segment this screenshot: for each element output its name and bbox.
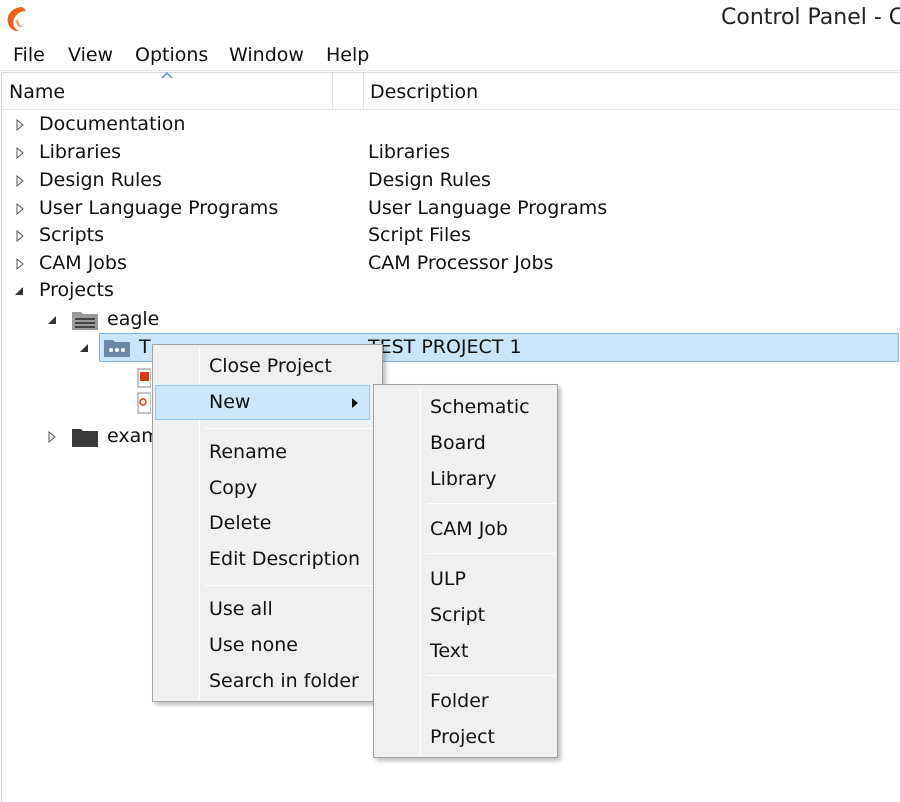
menu-separator — [426, 553, 555, 554]
submenu-item-project[interactable]: Project — [375, 721, 556, 755]
tree-item-label: eagle — [107, 308, 160, 330]
new-submenu: Schematic Board Library CAM Job ULP Scri… — [373, 384, 558, 758]
menu-item-close-project[interactable]: Close Project — [154, 350, 381, 384]
menu-help[interactable]: Help — [326, 44, 369, 66]
menu-item-delete[interactable]: Delete — [154, 507, 381, 541]
expand-arrow-icon[interactable] — [46, 431, 58, 443]
tree-item-description: Design Rules — [368, 169, 491, 191]
expand-arrow-icon[interactable] — [14, 119, 26, 131]
menu-item-label: Schematic — [430, 396, 530, 418]
menu-item-use-all[interactable]: Use all — [154, 593, 381, 627]
tree-item-description: Script Files — [368, 224, 471, 246]
menu-item-label: Edit Description — [209, 548, 361, 570]
menu-separator — [426, 503, 555, 504]
menu-item-label: ULP — [430, 568, 466, 590]
menu-separator — [205, 428, 380, 429]
submenu-item-script[interactable]: Script — [375, 599, 556, 633]
menu-item-label: Project — [430, 726, 496, 748]
tree-item-label: Documentation — [39, 113, 186, 135]
menu-item-label: Script — [430, 604, 486, 626]
tree-item-label: Libraries — [39, 141, 122, 163]
tree-item-description: Libraries — [368, 141, 451, 163]
expand-arrow-icon[interactable] — [14, 258, 26, 270]
submenu-item-board[interactable]: Board — [375, 427, 556, 461]
schematic-file-icon — [137, 368, 151, 388]
project-folder-icon — [104, 340, 130, 357]
collapse-arrow-icon[interactable] — [46, 314, 58, 326]
menu-item-label: Copy — [209, 477, 258, 499]
column-header: Name Description — [2, 71, 900, 110]
menu-item-rename[interactable]: Rename — [154, 436, 381, 470]
menu-item-label: CAM Job — [430, 518, 508, 540]
column-name-header[interactable]: Name — [9, 81, 65, 103]
menu-file[interactable]: File — [13, 44, 45, 66]
menu-item-label: Close Project — [209, 355, 332, 377]
tree-item-description: CAM Processor Jobs — [368, 252, 554, 274]
tree-item-cam-jobs[interactable]: CAM Jobs CAM Processor Jobs — [0, 250, 899, 278]
collapse-arrow-icon[interactable] — [13, 285, 25, 297]
tree-item-libraries[interactable]: Libraries Libraries — [0, 139, 899, 167]
submenu-item-library[interactable]: Library — [375, 463, 556, 497]
tree-item-label: Scripts — [39, 224, 105, 246]
menu-item-label: Rename — [209, 441, 287, 463]
collapse-arrow-icon[interactable] — [78, 342, 90, 354]
menu-item-copy[interactable]: Copy — [154, 472, 381, 506]
menu-separator — [426, 675, 555, 676]
context-menu: Close Project New Rename Copy Delete Edi… — [152, 344, 383, 702]
column-separator[interactable] — [332, 73, 333, 110]
tree-item-test-project[interactable]: T TEST PROJECT 1 — [0, 334, 899, 362]
tree-item-eagle[interactable]: eagle — [0, 306, 899, 334]
column-description-header[interactable]: Description — [370, 81, 478, 103]
menu-item-use-none[interactable]: Use none — [154, 629, 381, 663]
tree-item-label: Design Rules — [39, 169, 162, 191]
tree-item-scripts[interactable]: Scripts Script Files — [0, 222, 899, 250]
menu-item-label: Use all — [209, 598, 273, 620]
submenu-item-text[interactable]: Text — [375, 635, 556, 669]
menu-item-label: Search in folder — [209, 670, 359, 692]
menu-item-label: Text — [430, 640, 469, 662]
board-file-icon — [137, 392, 151, 414]
menu-item-new[interactable]: New — [155, 385, 370, 420]
expand-arrow-icon[interactable] — [14, 230, 26, 242]
tree-item-description: TEST PROJECT 1 — [368, 336, 522, 358]
window-title: Control Panel - C — [721, 5, 900, 30]
tree-item-label: T — [139, 336, 151, 358]
menu-item-label: Board — [430, 432, 486, 454]
menu-item-label: Delete — [209, 512, 272, 534]
tree-item-label: User Language Programs — [39, 197, 279, 219]
menu-item-search-in-folder[interactable]: Search in folder — [154, 665, 381, 699]
menu-item-label: Use none — [209, 634, 298, 656]
menu-item-label: New — [209, 391, 251, 413]
submenu-item-schematic[interactable]: Schematic — [375, 391, 556, 425]
submenu-item-folder[interactable]: Folder — [375, 685, 556, 719]
menu-options[interactable]: Options — [135, 44, 208, 66]
menu-item-label: Folder — [430, 690, 489, 712]
tree-item-label: Projects — [39, 279, 114, 301]
tree-item-label: CAM Jobs — [39, 252, 127, 274]
tree-item-design-rules[interactable]: Design Rules Design Rules — [0, 167, 899, 195]
submenu-arrow-icon — [352, 398, 358, 408]
title-bar: Control Panel - C — [0, 0, 900, 38]
tree-item-user-language-programs[interactable]: User Language Programs User Language Pro… — [0, 195, 899, 223]
menu-separator — [205, 585, 380, 586]
tree-item-projects[interactable]: Projects — [0, 277, 899, 305]
expand-arrow-icon[interactable] — [14, 147, 26, 159]
expand-arrow-icon[interactable] — [14, 203, 26, 215]
submenu-item-cam-job[interactable]: CAM Job — [375, 513, 556, 547]
expand-arrow-icon[interactable] — [14, 175, 26, 187]
folder-icon — [72, 312, 98, 330]
tree-item-description: User Language Programs — [368, 197, 608, 219]
column-separator[interactable] — [363, 73, 364, 110]
menu-view[interactable]: View — [68, 44, 113, 66]
submenu-item-ulp[interactable]: ULP — [375, 563, 556, 597]
sort-ascending-icon — [161, 71, 173, 79]
eagle-logo-icon — [7, 7, 26, 32]
menu-bar: File View Options Window Help — [0, 38, 900, 71]
menu-window[interactable]: Window — [229, 44, 304, 66]
folder-icon — [72, 429, 98, 447]
tree-item-documentation[interactable]: Documentation — [0, 111, 899, 139]
menu-item-edit-description[interactable]: Edit Description — [154, 543, 381, 577]
menu-item-label: Library — [430, 468, 497, 490]
